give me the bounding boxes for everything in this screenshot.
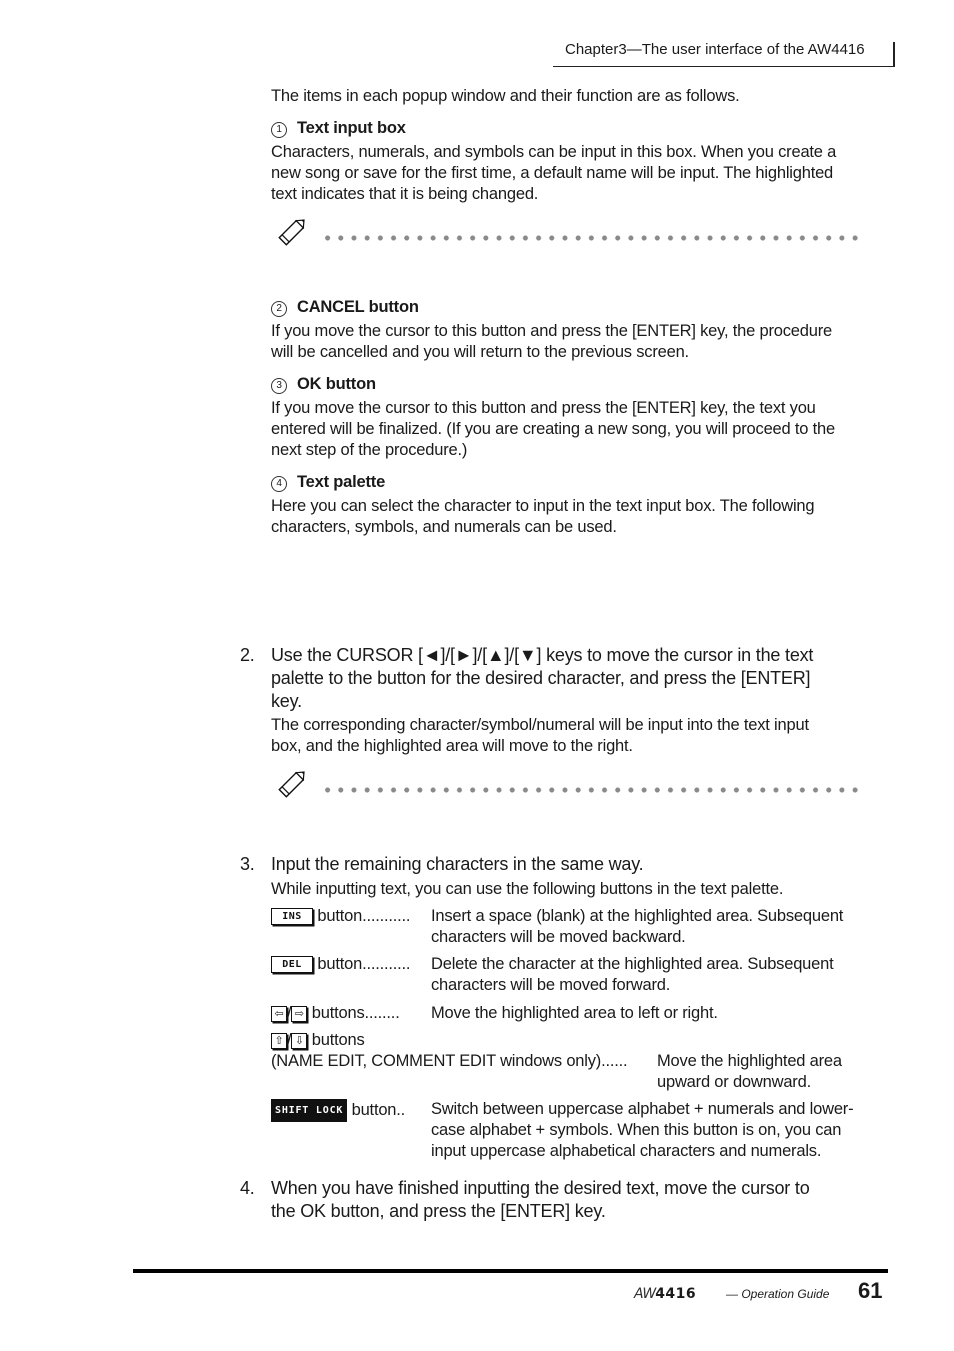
guide-title: — Operation Guide — [726, 1287, 830, 1301]
definition-text: Move the highlighted area upward or down… — [657, 1051, 897, 1093]
item-description: Here you can select the character to inp… — [271, 496, 891, 538]
ins-key-icon: INS — [271, 908, 313, 926]
text-line: box, and the highlighted area will move … — [271, 737, 633, 755]
item-title: OK button — [297, 375, 376, 393]
circled-number: 1 — [271, 122, 287, 138]
pencil-note-icon — [278, 771, 305, 798]
definition-text: Move the highlighted area to left or rig… — [431, 1003, 881, 1024]
button-definition-up-down: ⇧ / ⇩ buttons (NAME EDIT, COMMENT EDIT win… — [271, 1030, 891, 1096]
step-number: 4. — [240, 1178, 255, 1198]
item-description: If you move the cursor to this button an… — [271, 321, 891, 363]
header-rule-vertical — [893, 42, 895, 67]
intro-text: The items in each popup window and their… — [271, 87, 740, 105]
del-key-icon: DEL — [271, 956, 313, 974]
text-line: upward or downward. — [657, 1073, 811, 1091]
step-detail: The corresponding character/symbol/numer… — [271, 715, 891, 757]
text-line: palette to the button for the desired ch… — [271, 668, 811, 688]
text-line: characters will be moved forward. — [431, 976, 671, 994]
text-line: Switch between uppercase alphabet + nume… — [431, 1100, 854, 1118]
logo-prefix: AW — [634, 1286, 656, 1302]
text-line: key. — [271, 691, 302, 711]
button-definition-left-right: ⇦ / ⇨ buttons........ Move the highlighted… — [271, 1003, 891, 1025]
chapter-header: Chapter3—The user interface of the AW441… — [565, 41, 865, 58]
page-number: 61 — [858, 1278, 883, 1303]
button-definition-shift-lock: SHIFT LOCK button.. Switch between upper… — [271, 1099, 891, 1165]
step-detail: While inputting text, you can use the fo… — [271, 880, 784, 898]
text-line: Use the CURSOR [◄]/[►]/[▲]/[▼] keys to m… — [271, 645, 814, 665]
step-number: 3. — [240, 854, 255, 874]
down-arrow-key-icon: ⇩ — [291, 1032, 308, 1049]
text-line: Delete the character at the highlighted … — [431, 955, 834, 973]
up-arrow-key-icon: ⇧ — [271, 1032, 287, 1049]
step-instruction: Input the remaining characters in the sa… — [271, 854, 644, 874]
circled-number: 3 — [271, 378, 287, 394]
term-label: buttons — [311, 1031, 365, 1049]
text-line: the OK button, and press the [ENTER] key… — [271, 1201, 606, 1221]
step-number: 2. — [240, 645, 255, 665]
text-line: Characters, numerals, and symbols can be… — [271, 143, 837, 161]
item-description: If you move the cursor to this button an… — [271, 398, 891, 461]
pencil-note-icon — [278, 219, 305, 246]
button-definition-ins: INS button........... Insert a space (bl… — [271, 906, 891, 950]
note-separator — [275, 217, 875, 247]
term-label: button........... — [317, 955, 411, 973]
dotted-rule — [321, 787, 861, 793]
text-line: entered will be finalized. (If you are c… — [271, 420, 835, 438]
text-line: The corresponding character/symbol/numer… — [271, 716, 809, 734]
definition-text: Switch between uppercase alphabet + nume… — [431, 1099, 881, 1162]
right-arrow-key-icon: ⇨ — [291, 1005, 308, 1022]
term-label: buttons........ — [311, 1004, 400, 1022]
item-heading-text-palette: 4 Text palette — [271, 472, 385, 493]
text-line: next step of the procedure.) — [271, 441, 468, 459]
text-line: characters will be moved backward. — [431, 928, 686, 946]
header-rule — [553, 66, 895, 67]
item-description: Characters, numerals, and symbols can be… — [271, 142, 891, 205]
product-logo: AW4416 — [634, 1286, 696, 1302]
shift-lock-key-icon: SHIFT LOCK — [271, 1099, 348, 1122]
definition-text: Delete the character at the highlighted … — [431, 954, 881, 996]
text-line: Move the highlighted area to left or rig… — [431, 1004, 718, 1022]
text-line: Move the highlighted area — [657, 1052, 842, 1070]
text-line: case alphabet + symbols. When this butto… — [431, 1121, 842, 1139]
item-heading-cancel-button: 2 CANCEL button — [271, 297, 419, 318]
text-line: input uppercase alphabetical characters … — [431, 1142, 822, 1160]
dotted-rule — [321, 235, 861, 241]
item-title: Text palette — [297, 473, 386, 491]
item-heading-ok-button: 3 OK button — [271, 374, 376, 395]
text-line: If you move the cursor to this button an… — [271, 322, 832, 340]
text-line: characters, symbols, and numerals can be… — [271, 518, 617, 536]
step-instruction: When you have finished inputting the des… — [271, 1177, 891, 1223]
circled-number: 2 — [271, 301, 287, 317]
footer-rule — [133, 1269, 888, 1273]
step-instruction: Use the CURSOR [◄]/[►]/[▲]/[▼] keys to m… — [271, 644, 891, 713]
text-line: When you have finished inputting the des… — [271, 1178, 810, 1198]
definition-text: Insert a space (blank) at the highlighte… — [431, 906, 881, 948]
text-line: new song or save for the first time, a d… — [271, 164, 834, 182]
note-separator — [275, 769, 875, 799]
button-definition-del: DEL button........... Delete the charact… — [271, 954, 891, 998]
left-arrow-key-icon: ⇦ — [271, 1005, 287, 1022]
text-line: Insert a space (blank) at the highlighte… — [431, 907, 844, 925]
text-line: text indicates that it is being changed. — [271, 185, 539, 203]
item-title: Text input box — [297, 119, 406, 137]
term-label: button.. — [351, 1100, 406, 1119]
item-heading-text-input-box: 1 Text input box — [271, 118, 406, 139]
term-label: button........... — [317, 907, 411, 925]
circled-number: 4 — [271, 476, 287, 492]
logo-model: 4416 — [655, 1286, 697, 1302]
text-line: If you move the cursor to this button an… — [271, 399, 816, 417]
item-title: CANCEL button — [297, 298, 419, 316]
term-qualifier: (NAME EDIT, COMMENT EDIT windows only)..… — [271, 1052, 628, 1070]
text-line: will be cancelled and you will return to… — [271, 343, 689, 361]
text-line: Here you can select the character to inp… — [271, 497, 815, 515]
